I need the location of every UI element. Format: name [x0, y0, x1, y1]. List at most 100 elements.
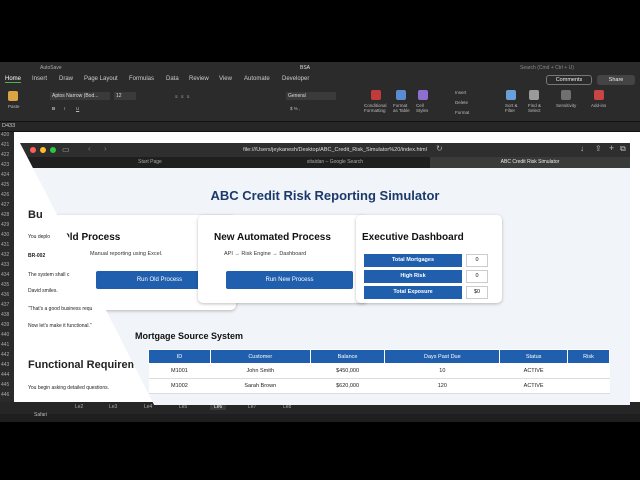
format-table-icon[interactable]	[396, 90, 406, 100]
sensitivity-icon[interactable]	[561, 90, 571, 100]
tab-review[interactable]: Review	[189, 76, 209, 82]
tab-overview-icon[interactable]: ⧉	[620, 144, 626, 154]
sheet-tab[interactable]: Le3	[109, 404, 117, 410]
column-header: ID	[148, 349, 211, 364]
tab-home[interactable]: Home	[5, 76, 22, 83]
tab-page-layout[interactable]: Page Layout	[84, 76, 118, 82]
paste-label: Paste	[8, 104, 20, 109]
align-icons[interactable]: ≡ ≡ ≡	[175, 94, 190, 99]
cell-balance: $450,000	[310, 363, 385, 379]
row-number[interactable]: 441	[1, 342, 9, 348]
format-cells-button[interactable]: Format	[455, 110, 469, 115]
conditional-format-icon[interactable]	[371, 90, 381, 100]
add-ins-icon[interactable]	[594, 90, 604, 100]
paste-icon[interactable]	[8, 91, 18, 101]
row-number[interactable]: 420	[1, 132, 9, 138]
address-bar[interactable]: file:///Users/jeykanesh/Desktop/ABC_Cred…	[220, 146, 450, 154]
row-number[interactable]: 426	[1, 192, 9, 198]
forward-icon[interactable]: ›	[104, 144, 107, 153]
run-new-process-button[interactable]: Run New Process	[226, 271, 353, 289]
number-format-select[interactable]: General	[286, 92, 336, 100]
tab-formulas[interactable]: Formulas	[129, 76, 154, 82]
format-table-label: Format as Table	[393, 103, 410, 113]
font-name-select[interactable]: Aptos Narrow (Bod...	[50, 92, 110, 100]
row-number[interactable]: 427	[1, 202, 9, 208]
tab-credit-risk-simulator[interactable]: ABC Credit Risk Simulator	[430, 157, 630, 168]
sheet-tab[interactable]: Le2	[75, 404, 83, 410]
new-tab-icon[interactable]: +	[609, 143, 614, 153]
insert-cells-button[interactable]: Insert	[455, 90, 466, 95]
underline-icon[interactable]: U	[76, 106, 79, 111]
sort-filter-icon[interactable]	[506, 90, 516, 100]
cell-days-past-due: 10	[384, 363, 500, 379]
cell-styles-icon[interactable]	[418, 90, 428, 100]
safari-toolbar: ▭ ‹ › file:///Users/jeykanesh/Desktop/AB…	[20, 143, 630, 157]
tab-draw[interactable]: Draw	[59, 76, 73, 82]
sidebar-icon[interactable]: ▭	[62, 145, 70, 154]
row-number[interactable]: 429	[1, 222, 9, 228]
tab-data[interactable]: Data	[166, 76, 179, 82]
row-number[interactable]: 438	[1, 312, 9, 318]
bold-icon[interactable]: B	[52, 106, 55, 111]
row-number[interactable]: 425	[1, 182, 9, 188]
find-select-label: Find & Select	[528, 103, 542, 113]
zoom-icon[interactable]	[50, 147, 56, 153]
row-number[interactable]: 439	[1, 322, 9, 328]
italic-icon[interactable]: I	[64, 106, 65, 111]
search-input[interactable]: Search (Cmd + Ctrl + U)	[520, 62, 574, 74]
find-select-icon[interactable]	[529, 90, 539, 100]
font-size-select[interactable]: 12	[114, 92, 136, 100]
close-icon[interactable]	[30, 147, 36, 153]
row-number[interactable]: 432	[1, 252, 9, 258]
table-header-row: ID Customer Balance Days Past Due Status…	[148, 349, 610, 364]
card-title: Executive Dashboard	[362, 232, 464, 243]
download-icon[interactable]: ↓	[580, 144, 584, 153]
back-icon[interactable]: ‹	[88, 144, 91, 153]
row-number[interactable]: 430	[1, 232, 9, 238]
executive-dashboard-card: Executive Dashboard Total Mortgages 0 Hi…	[356, 215, 502, 303]
dashboard-value: 0	[466, 270, 488, 283]
row-number[interactable]: 423	[1, 162, 9, 168]
cell-risk	[567, 363, 610, 379]
tab-view[interactable]: View	[219, 76, 232, 82]
row-number[interactable]: 446	[1, 392, 9, 398]
row-number[interactable]: 435	[1, 282, 9, 288]
sheet-tab[interactable]: Le4	[144, 404, 152, 410]
doc-line: Now let's make it functional.”	[28, 323, 92, 329]
row-number[interactable]: 421	[1, 142, 9, 148]
name-box[interactable]: D433	[2, 123, 15, 129]
row-number[interactable]: 424	[1, 172, 9, 178]
excel-title-bar: AutoSave BSA Search (Cmd + Ctrl + U)	[0, 62, 640, 74]
formula-bar: D433	[0, 122, 640, 132]
row-number[interactable]: 445	[1, 382, 9, 388]
row-number[interactable]: 433	[1, 262, 9, 268]
row-number[interactable]: 440	[1, 332, 9, 338]
share-icon[interactable]: ⇪	[595, 144, 602, 153]
dashboard-label: Total Mortgages	[364, 254, 462, 267]
tab-developer[interactable]: Developer	[282, 76, 309, 82]
comments-button[interactable]: Comments	[546, 75, 592, 85]
currency-icon[interactable]: $ % ,	[290, 106, 300, 111]
row-number[interactable]: 437	[1, 302, 9, 308]
minimize-icon[interactable]	[40, 147, 46, 153]
row-number[interactable]: 434	[1, 272, 9, 278]
card-description: Manual reporting using Excel.	[90, 251, 163, 257]
row-number[interactable]: 444	[1, 372, 9, 378]
table-row: M1002 Sarah Brown $620,000 120 ACTIVE	[148, 378, 610, 394]
row-number[interactable]: 443	[1, 362, 9, 368]
autosave-toggle[interactable]: AutoSave	[40, 62, 62, 74]
tab-start-page[interactable]: Start Page	[80, 157, 220, 168]
row-number[interactable]: 442	[1, 352, 9, 358]
row-number[interactable]: 436	[1, 292, 9, 298]
doc-line: You deplo	[28, 234, 51, 240]
desktop: AutoSave BSA Search (Cmd + Ctrl + U) Hom…	[0, 0, 640, 480]
delete-cells-button[interactable]: Delete	[455, 100, 468, 105]
share-button[interactable]: Share	[597, 75, 635, 85]
row-number[interactable]: 428	[1, 212, 9, 218]
row-number[interactable]: 422	[1, 152, 9, 158]
row-number[interactable]: 431	[1, 242, 9, 248]
tab-google-search[interactable]: sitaidan – Google Search	[250, 157, 420, 168]
tab-insert[interactable]: Insert	[32, 76, 47, 82]
reload-icon[interactable]: ↻	[436, 144, 443, 153]
tab-automate[interactable]: Automate	[244, 76, 270, 82]
